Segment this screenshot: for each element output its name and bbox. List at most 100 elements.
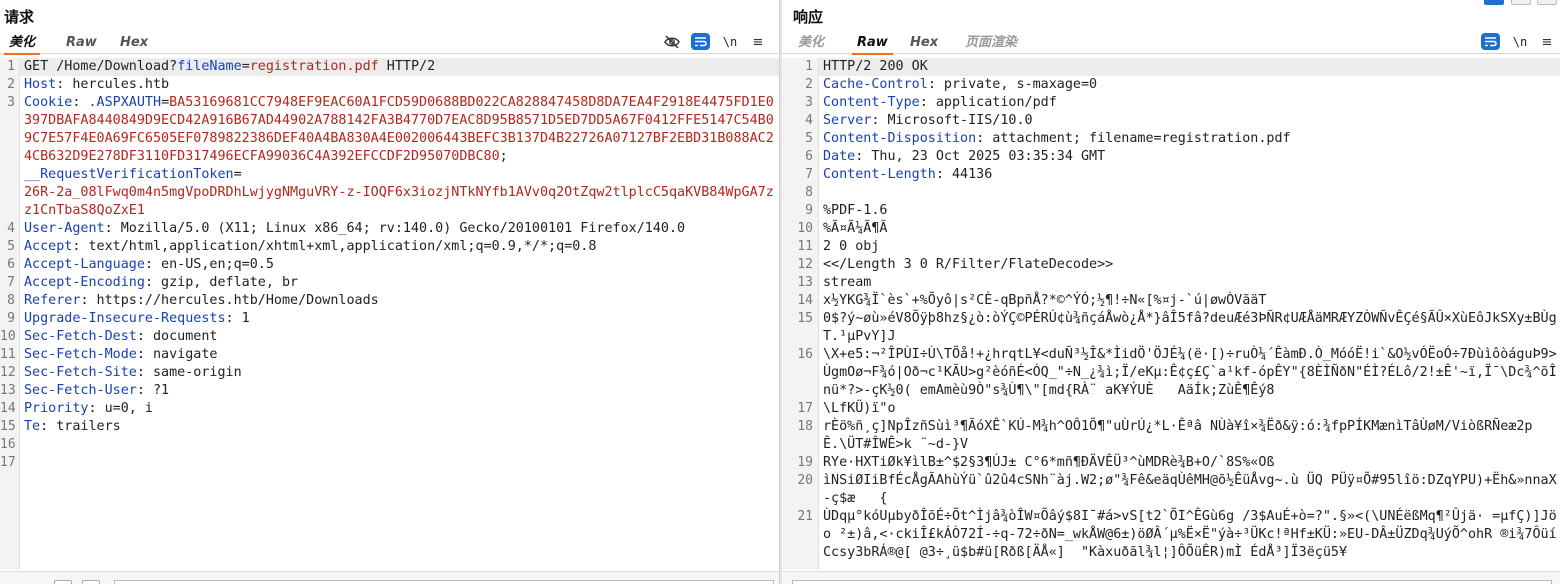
response-line[interactable]: 14 x½YKG¾Ï`ès`+%Õyô|s²CÈ-qBpñÅ?*©^ÝÓ;½¶!÷… [782,292,1560,310]
request-line[interactable]: 9 Upgrade-Insecure-Requests: 1 [0,310,779,328]
request-line[interactable]: 1 GET /Home/Download?fileName=registratio… [0,58,779,76]
response-line[interactable]: 12 <</Length 3 0 R/Filter/FlateDecode>> [782,256,1560,274]
request-prev-button[interactable] [54,580,72,584]
response-line[interactable]: 3 Content-Type: application/pdf [782,94,1560,112]
wrap-lines-icon[interactable] [691,33,710,50]
request-line[interactable]: 16 [0,436,779,454]
request-line[interactable]: 11 Sec-Fetch-Mode: navigate [0,346,779,364]
header-name: Accept-Language [24,257,145,272]
response-line[interactable]: 17 \LfKÜ)ï"o [782,400,1560,418]
line-number: 12 [0,365,16,380]
response-tab-raw[interactable]: Raw [852,33,893,55]
response-line[interactable]: 15 0$?ý~øù»éV8Õÿþ8hz§¿ò:òÝÇ©PÉRÚ¢ù¾ñçáÅwò… [782,310,1560,346]
response-line[interactable]: 7 Content-Length: 44136 [782,166,1560,184]
response-line[interactable]: 4 Server: Microsoft-IIS/10.0 [782,112,1560,130]
request-line[interactable]: 10 Sec-Fetch-Dest: document [0,328,779,346]
response-search-input[interactable] [792,580,1552,584]
line-number: 5 [7,239,15,254]
request-line[interactable]: 8 Referer: https://hercules.htb/Home/Down… [0,292,779,310]
line-number: 20 [797,473,813,488]
response-line[interactable]: 18 rÈö%ñ¸ç]NpÎzñSùì³¶ÃóXÊ`KÚ-M¾h^OÔ1Õ¶"uÙ… [782,418,1560,454]
request-line[interactable]: 17 [0,454,779,472]
header-name: Upgrade-Insecure-Requests [24,311,226,326]
line-text: Sec-Fetch-Site: same-origin [20,364,779,382]
request-tab-raw[interactable]: Raw [61,33,102,54]
menu-icon[interactable]: ≡ [1537,32,1557,52]
response-line[interactable]: 8 [782,184,1560,202]
response-tab-hex[interactable]: Hex [905,33,943,54]
line-number: 7 [805,167,813,182]
param-value: registration.pdf [249,59,379,74]
request-line[interactable]: 7 Accept-Encoding: gzip, deflate, br [0,274,779,292]
line-text: __RequestVerificationToken= [20,166,779,184]
hide-eye-icon[interactable] [662,32,682,52]
menu-icon[interactable]: ≡ [748,32,768,52]
line-number: 15 [797,311,813,326]
newline-toggle[interactable]: \n [1510,32,1530,52]
line-text: ÙDqµ°kóUµbyðÎõÉ÷Õt^Ìjâ¾òÎW¤Õâý$8I¯#á>vS[… [819,508,1560,562]
response-tab-pretty[interactable]: 美化 [793,33,829,54]
plain-text: : gzip, deflate, br [144,275,299,290]
line-text [20,454,779,472]
line-text: Server: Microsoft-IIS/10.0 [819,112,1560,130]
response-editor[interactable]: 1 HTTP/2 200 OK 2 Cache-Control: private, s… [782,58,1560,570]
line-text: Cookie: .ASPXAUTH=BA53169681CC7948EF9EAC… [20,94,779,166]
line-number: 13 [797,275,813,290]
request-tab-hex[interactable]: Hex [115,33,153,54]
line-text: Priority: u=0, i [20,400,779,418]
newline-toggle[interactable]: \n [720,32,740,52]
line-number [0,166,20,184]
line-number: 14 [797,293,813,308]
request-line[interactable]: 6 Accept-Language: en-US,en;q=0.5 [0,256,779,274]
header-name: Sec-Fetch-Dest [24,329,137,344]
request-bottom-bar [0,571,779,584]
response-line[interactable]: 9 %PDF-1.6 [782,202,1560,220]
line-text: Host: hercules.htb [20,76,779,94]
request-line[interactable]: 26R-2a_08lFwq0m4n5mgVpoDRDhLwjygNMguVRY-… [0,184,779,220]
response-line[interactable]: 10 %Ã¤Ã¼Ã¶Ã [782,220,1560,238]
line-number: 21 [797,509,813,524]
response-line[interactable]: 21 ÙDqµ°kóUµbyðÎõÉ÷Õt^Ìjâ¾òÎW¤Õâý$8I¯#á>v… [782,508,1560,562]
request-search-input[interactable] [114,580,774,584]
line-text [819,184,1560,202]
wrap-lines-icon[interactable] [1481,33,1500,50]
response-lines: 1 HTTP/2 200 OK 2 Cache-Control: private, s… [782,58,1560,562]
response-line[interactable]: 5 Content-Disposition: attachment; filena… [782,130,1560,148]
request-next-button[interactable] [82,580,100,584]
request-line[interactable]: 15 Te: trailers [0,418,779,436]
request-line[interactable]: 12 Sec-Fetch-Site: same-origin [0,364,779,382]
request-line[interactable]: 5 Accept: text/html,application/xhtml+xml… [0,238,779,256]
response-line[interactable]: 6 Date: Thu, 23 Oct 2025 03:35:34 GMT [782,148,1560,166]
response-line[interactable]: 2 Cache-Control: private, s-maxage=0 [782,76,1560,94]
request-title: 请求 [4,8,35,26]
response-line[interactable]: 20 ìNSiØIiBfÉcÅgÃAhùÝü`û2û4cSNh¨àj.W2;ø"¾… [782,472,1560,508]
response-tab-render[interactable]: 页面渲染 [960,33,1022,54]
response-line[interactable]: 1 HTTP/2 200 OK [782,58,1560,76]
request-line[interactable]: __RequestVerificationToken= [0,166,779,184]
line-text: rÈö%ñ¸ç]NpÎzñSùì³¶ÃóXÊ`KÚ-M¾h^OÔ1Õ¶"uÙrÚ… [819,418,1560,454]
response-line[interactable]: 13 stream [782,274,1560,292]
request-tab-pretty[interactable]: 美化 [4,33,41,55]
header-name: Sec-Fetch-Site [24,365,137,380]
layout-split-button[interactable] [1484,0,1504,5]
line-text: Content-Type: application/pdf [819,94,1560,112]
layout-horizontal-button[interactable] [1511,0,1531,5]
layout-vertical-button[interactable] [1537,0,1557,5]
request-line[interactable]: 4 User-Agent: Mozilla/5.0 (X11; Linux x86… [0,220,779,238]
response-line[interactable]: 19 RYe·HXTiØk¥ìlB±^$2§3¶ÚJ± C°6*mñ¶ÐÄVÊÜ³… [782,454,1560,472]
line-text: RYe·HXTiØk¥ìlB±^$2§3¶ÚJ± C°6*mñ¶ÐÄVÊÜ³^ù… [819,454,1560,472]
header-name: Cookie [24,95,73,110]
response-line[interactable]: 16 \X+e5:¬²ÎPÙI÷Ù\TÕå!+¿hrqtL¥<duÑ³½Î&*Ìi… [782,346,1560,400]
line-text: Accept-Encoding: gzip, deflate, br [20,274,779,292]
response-tabbar: 美化 Raw Hex 页面渲染 \n ≡ [782,30,1560,55]
response-line[interactable]: 11 2 0 obj [782,238,1560,256]
request-line[interactable]: 3 Cookie: .ASPXAUTH=BA53169681CC7948EF9EA… [0,94,779,166]
line-text: 26R-2a_08lFwq0m4n5mgVpoDRDhLwjygNMguVRY-… [20,184,779,220]
request-line[interactable]: 2 Host: hercules.htb [0,76,779,94]
line-number: 9 [805,203,813,218]
request-editor[interactable]: 1 GET /Home/Download?fileName=registratio… [0,58,779,570]
request-line[interactable]: 14 Priority: u=0, i [0,400,779,418]
request-line[interactable]: 13 Sec-Fetch-User: ?1 [0,382,779,400]
line-number: 9 [7,311,15,326]
line-number: 10 [797,221,813,236]
